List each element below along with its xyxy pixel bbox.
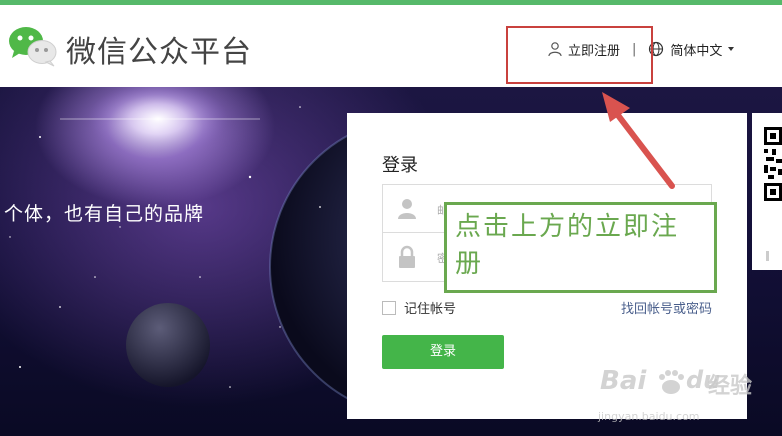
paw-icon [656,368,686,402]
watermark-url: jingyan.baidu.com [598,410,700,423]
watermark-brand-cn: 经验 [708,374,753,399]
user-icon [397,197,417,221]
remember-checkbox[interactable] [382,300,396,315]
annotation-text: 点击上方的立即注册 [455,212,680,279]
annotation-callout: 点击上方的立即注册 [444,202,717,293]
remember-label: 记住帐号 [404,302,457,317]
lock-icon [397,245,417,269]
watermark-brand: Bai [600,366,647,396]
pointer-arrow [596,88,686,198]
forgot-password-link[interactable]: 找回帐号或密码 [621,298,712,317]
caret-down-icon [728,47,735,51]
brand-title: 微信公众平台 [66,35,252,70]
language-selector[interactable]: 简体中文 [648,40,735,59]
wechat-logo-icon[interactable] [8,25,58,67]
baidu-jingyan-watermark: Bai du 经验 jingyan.baidu.com [590,360,780,434]
remember-account[interactable]: 记住帐号 [382,298,456,317]
header: 微信公众平台 立即注册 | 简体中文 [0,5,782,87]
highlight-box [506,26,653,84]
login-title: 登录 [382,155,418,176]
banner-slogan: 个体，也有自己的品牌 [4,203,205,225]
qr-code-icon [764,127,782,261]
login-button[interactable]: 登录 [382,335,504,369]
qr-code-panel [752,113,782,270]
language-label: 简体中文 [670,43,723,59]
